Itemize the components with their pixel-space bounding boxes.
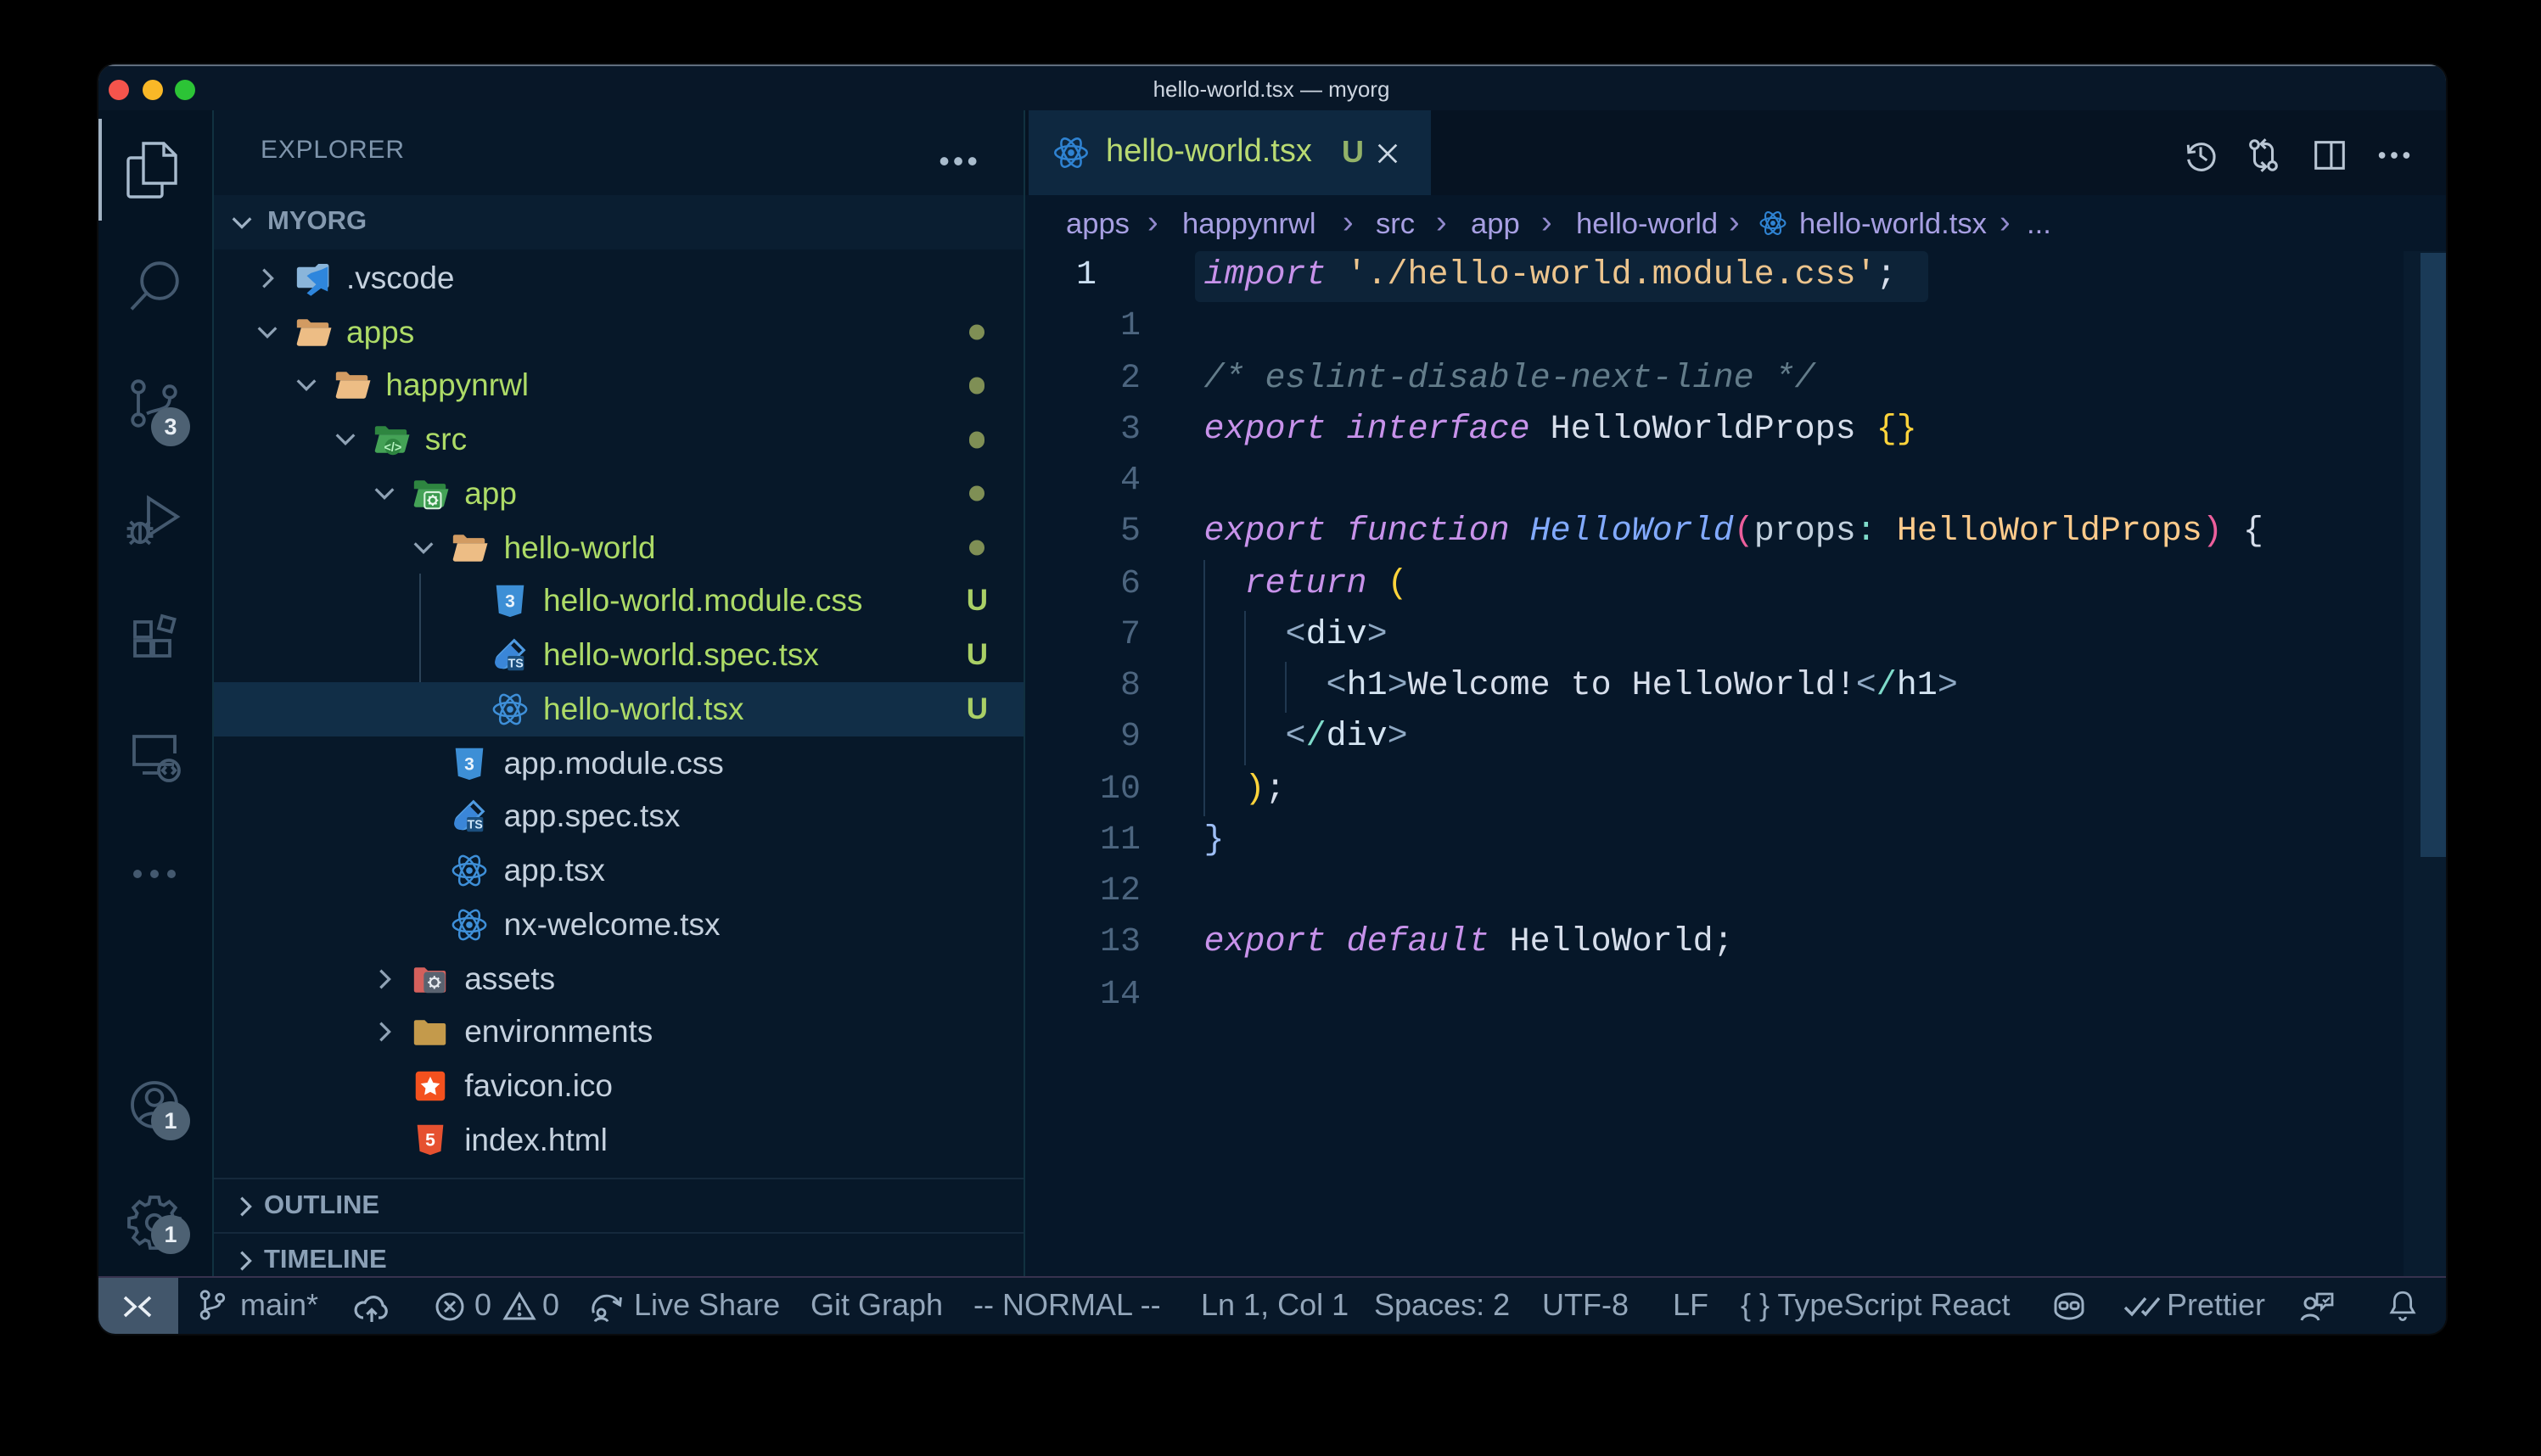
svg-text:3: 3 [504, 592, 514, 612]
svg-text:5: 5 [425, 1130, 435, 1150]
svg-text:</>: </> [384, 441, 401, 455]
svg-text:TS: TS [468, 819, 484, 832]
svg-text:TS: TS [508, 658, 524, 671]
svg-text:3: 3 [465, 753, 475, 773]
